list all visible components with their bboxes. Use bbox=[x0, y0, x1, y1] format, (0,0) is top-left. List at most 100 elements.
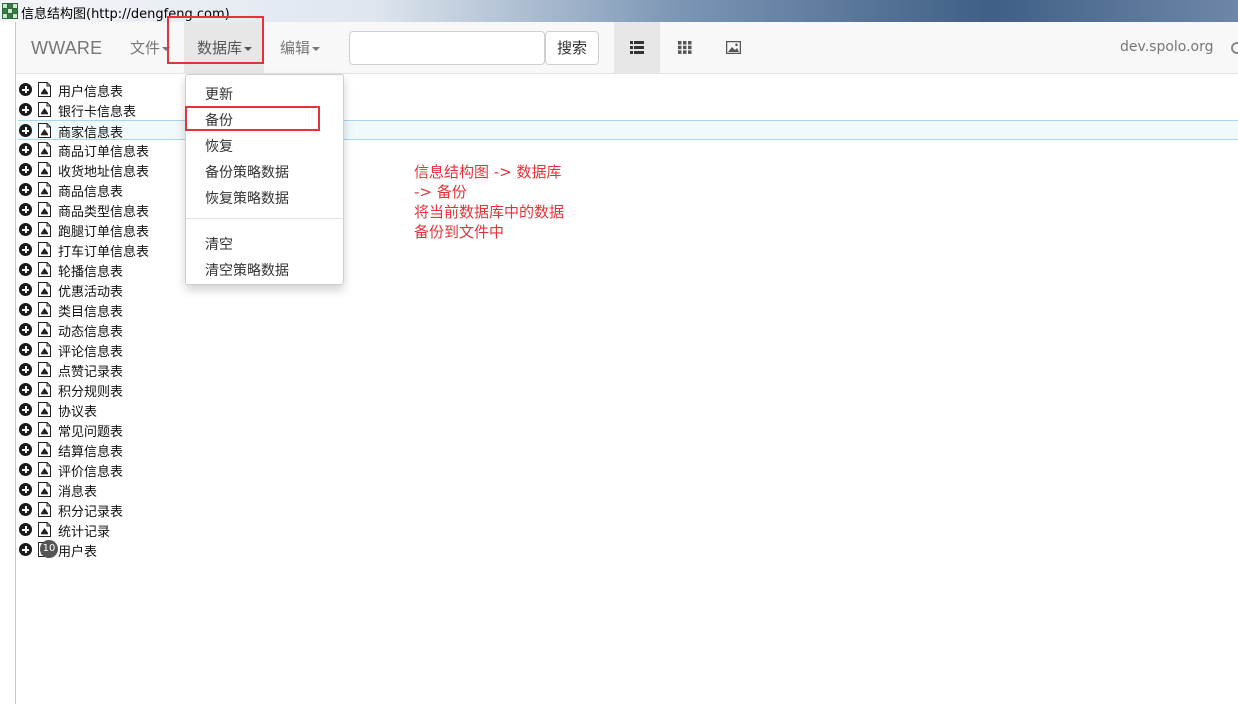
settings-icon[interactable] bbox=[1228, 41, 1238, 55]
view-list-button[interactable] bbox=[614, 22, 660, 74]
table-document-icon bbox=[38, 202, 51, 217]
tree-item-label: 统计记录 bbox=[58, 525, 111, 540]
tree-row[interactable]: 动态信息表 bbox=[18, 320, 1238, 340]
tree-item-label: 收货地址信息表 bbox=[58, 165, 150, 180]
menu-item-clear[interactable]: 清空 bbox=[205, 234, 233, 254]
tree-row[interactable]: 评论信息表 bbox=[18, 340, 1238, 360]
menu-item-restore-policy[interactable]: 恢复策略数据 bbox=[205, 188, 289, 208]
tree-item-label: 用户信息表 bbox=[58, 85, 124, 100]
table-document-icon bbox=[38, 422, 51, 437]
annotation-line: 备份到文件中 bbox=[414, 223, 505, 241]
table-document-icon bbox=[38, 522, 51, 537]
annotation-line: 信息结构图 -> 数据库 bbox=[414, 163, 562, 181]
menu-item-backup-policy[interactable]: 备份策略数据 bbox=[205, 162, 289, 182]
view-image-button[interactable] bbox=[710, 22, 756, 74]
tree-item-label: 用户表 bbox=[58, 545, 98, 560]
expand-plus-icon[interactable] bbox=[19, 183, 32, 196]
expand-plus-icon[interactable] bbox=[19, 203, 32, 216]
tree-row[interactable]: 结算信息表 bbox=[18, 440, 1238, 460]
database-menu-highlight bbox=[167, 16, 264, 64]
table-document-icon bbox=[38, 82, 51, 97]
tree-item-label: 商家信息表 bbox=[58, 126, 124, 141]
expand-plus-icon[interactable] bbox=[19, 443, 32, 456]
table-document-icon bbox=[38, 442, 51, 457]
expand-plus-icon[interactable] bbox=[19, 423, 32, 436]
expand-plus-icon[interactable] bbox=[19, 303, 32, 316]
annotation-line: -> 备份 bbox=[414, 183, 467, 201]
expand-plus-icon[interactable] bbox=[19, 383, 32, 396]
tree-row[interactable]: 评价信息表 bbox=[18, 460, 1238, 480]
tree-item-label: 优惠活动表 bbox=[58, 285, 124, 300]
expand-plus-icon[interactable] bbox=[19, 163, 32, 176]
expand-plus-icon[interactable] bbox=[19, 463, 32, 476]
tree-row[interactable]: 类目信息表 bbox=[18, 300, 1238, 320]
expand-plus-icon[interactable] bbox=[19, 143, 32, 156]
search-input[interactable] bbox=[349, 31, 545, 65]
app-grid-icon bbox=[2, 3, 18, 19]
menu-item-clear-policy[interactable]: 清空策略数据 bbox=[205, 260, 289, 280]
backup-item-highlight bbox=[185, 106, 320, 131]
caret-down-icon bbox=[312, 46, 321, 51]
expand-plus-icon[interactable] bbox=[19, 263, 32, 276]
expand-plus-icon[interactable] bbox=[19, 503, 32, 516]
tree-row[interactable]: 10 用户表 bbox=[18, 540, 1238, 560]
table-document-icon bbox=[38, 182, 51, 197]
grid-icon bbox=[678, 41, 692, 54]
expand-plus-icon[interactable] bbox=[19, 523, 32, 536]
expand-plus-icon[interactable] bbox=[19, 543, 32, 556]
tree-item-label: 评价信息表 bbox=[58, 465, 124, 480]
tree-item-label: 常见问题表 bbox=[58, 425, 124, 440]
tree-item-label: 轮播信息表 bbox=[58, 265, 124, 280]
tree-item-label: 类目信息表 bbox=[58, 305, 124, 320]
tree-item-label: 打车订单信息表 bbox=[58, 245, 150, 260]
menu-item-restore[interactable]: 恢复 bbox=[205, 136, 233, 156]
table-document-icon bbox=[38, 102, 51, 117]
table-document-icon bbox=[38, 262, 51, 277]
tree-item-label: 商品类型信息表 bbox=[58, 205, 150, 220]
menu-file-label: 文件 bbox=[130, 39, 161, 57]
table-document-icon bbox=[38, 382, 51, 397]
table-document-icon bbox=[38, 242, 51, 257]
tree-row[interactable]: 常见问题表 bbox=[18, 420, 1238, 440]
table-document-icon bbox=[38, 362, 51, 377]
tree-row[interactable]: 点赞记录表 bbox=[18, 360, 1238, 380]
expand-plus-icon[interactable] bbox=[19, 343, 32, 356]
expand-plus-icon[interactable] bbox=[19, 403, 32, 416]
expand-plus-icon[interactable] bbox=[19, 363, 32, 376]
search-button[interactable]: 搜索 bbox=[545, 31, 599, 65]
tree-item-label: 消息表 bbox=[58, 485, 98, 500]
tree-row[interactable]: 协议表 bbox=[18, 400, 1238, 420]
annotation-note: 信息结构图 -> 数据库 -> 备份 将当前数据库中的数据 备份到文件中 bbox=[414, 162, 564, 242]
tree-row[interactable]: 统计记录 bbox=[18, 520, 1238, 540]
expand-plus-icon[interactable] bbox=[19, 83, 32, 96]
expand-plus-icon[interactable] bbox=[19, 223, 32, 236]
table-document-icon bbox=[38, 222, 51, 237]
table-document-icon bbox=[38, 402, 51, 417]
tree-item-label: 积分记录表 bbox=[58, 505, 124, 520]
expand-plus-icon[interactable] bbox=[19, 103, 32, 116]
menu-file[interactable]: 文件 bbox=[130, 22, 171, 74]
brand-logo[interactable]: WWARE bbox=[31, 38, 102, 59]
expand-plus-icon[interactable] bbox=[19, 283, 32, 296]
tree-item-label: 商品信息表 bbox=[58, 185, 124, 200]
list-icon bbox=[630, 41, 644, 54]
table-document-icon bbox=[38, 502, 51, 517]
tree-item-label: 评论信息表 bbox=[58, 345, 124, 360]
expand-plus-icon[interactable] bbox=[19, 323, 32, 336]
tree-row[interactable]: 积分记录表 bbox=[18, 500, 1238, 520]
image-icon bbox=[726, 41, 741, 54]
count-badge: 10 bbox=[40, 540, 58, 558]
expand-plus-icon[interactable] bbox=[19, 483, 32, 496]
table-document-icon bbox=[38, 462, 51, 477]
tree-item-label: 协议表 bbox=[58, 405, 98, 420]
view-grid-button[interactable] bbox=[662, 22, 708, 74]
menu-edit[interactable]: 编辑 bbox=[280, 22, 321, 74]
table-document-icon bbox=[38, 282, 51, 297]
table-document-icon bbox=[38, 482, 51, 497]
tree-row[interactable]: 积分规则表 bbox=[18, 380, 1238, 400]
menu-item-update[interactable]: 更新 bbox=[205, 84, 233, 104]
expand-plus-icon[interactable] bbox=[19, 124, 32, 137]
expand-plus-icon[interactable] bbox=[19, 243, 32, 256]
menu-divider bbox=[186, 218, 343, 219]
tree-row[interactable]: 消息表 bbox=[18, 480, 1238, 500]
